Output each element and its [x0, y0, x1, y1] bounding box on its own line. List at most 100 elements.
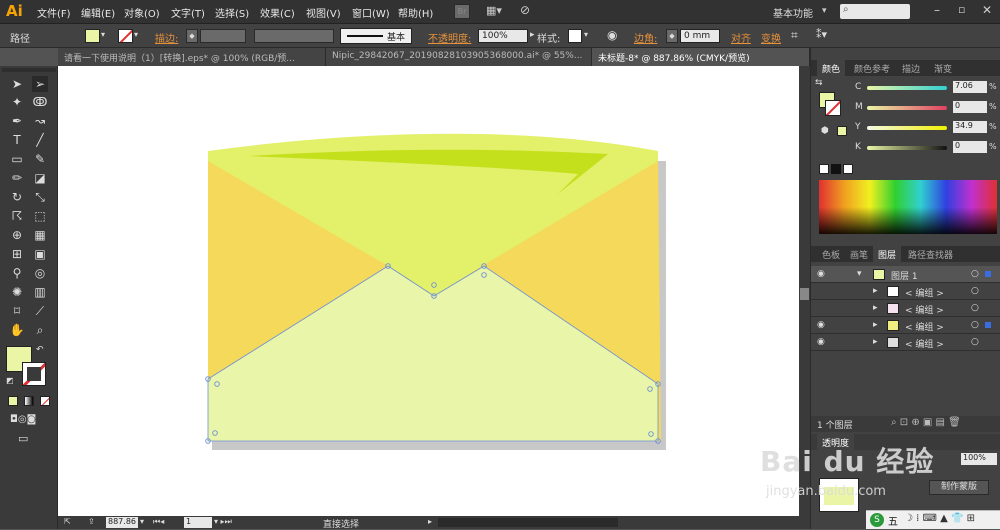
status-arrow-icon[interactable]: ▸ — [428, 517, 432, 526]
stroke-chevron-icon[interactable]: ▾ — [134, 30, 138, 39]
layer-row[interactable]: ◉ ▸ < 编组 > ○ — [811, 317, 1000, 334]
close-icon[interactable]: ✕ — [982, 3, 992, 17]
menu-file[interactable]: 文件(F) — [37, 5, 71, 20]
menu-window[interactable]: 窗口(W) — [352, 5, 390, 20]
shape-builder-tool-icon[interactable]: ⊕ — [9, 227, 25, 243]
tab-document-2[interactable]: Nipic_29842067_20190828103905368000.ai* … — [326, 48, 592, 66]
graphic-style-swatch[interactable] — [568, 29, 582, 43]
toolbar-grip[interactable] — [2, 68, 56, 72]
eraser-tool-icon[interactable]: ◪ — [32, 170, 48, 186]
target-icon[interactable]: ○ — [971, 286, 979, 296]
tab-pathfinder[interactable]: 路径查找器 — [903, 246, 958, 262]
white-swatch[interactable] — [843, 164, 853, 174]
channel-m-field[interactable]: 0 — [953, 101, 987, 113]
hand-tool-icon[interactable]: ✋ — [9, 322, 25, 338]
pen-tool-icon[interactable]: ✒ — [9, 113, 25, 129]
menu-edit[interactable]: 编辑(E) — [81, 5, 115, 20]
rotate-tool-icon[interactable]: ↻ — [9, 189, 25, 205]
opacity-label[interactable]: 不透明度: — [428, 30, 471, 45]
first-page-icon[interactable]: ⏮◂ — [153, 517, 164, 527]
zoom-chevron-icon[interactable]: ▾ — [140, 517, 144, 526]
none-mode-icon[interactable] — [40, 396, 50, 406]
minimize-icon[interactable]: – — [934, 3, 940, 17]
panel-options-icon[interactable]: ⁑▾ — [816, 28, 827, 41]
channel-y-slider[interactable] — [867, 126, 947, 130]
tab-gradient[interactable]: 渐变 — [929, 60, 957, 76]
channel-c-slider[interactable] — [867, 86, 947, 90]
draw-mode-icon[interactable]: ◘◎◙ — [10, 414, 36, 425]
symbol-sprayer-tool-icon[interactable]: ✺ — [9, 284, 25, 300]
none-swatch[interactable] — [819, 164, 829, 174]
artboard[interactable] — [58, 66, 799, 516]
scale-tool-icon[interactable]: ⤡ — [32, 189, 48, 205]
tab-color-guide[interactable]: 颜色参考 — [849, 60, 895, 76]
color-spectrum[interactable] — [819, 180, 997, 234]
sublayer-name[interactable]: < 编组 > — [905, 337, 944, 350]
page-field[interactable]: 1 — [184, 517, 212, 528]
menu-type[interactable]: 文字(T) — [171, 5, 205, 20]
perspective-grid-tool-icon[interactable]: ▦ — [32, 227, 48, 243]
share-icon[interactable]: ⇪ — [88, 517, 95, 526]
lasso-tool-icon[interactable]: ↂ — [32, 94, 48, 110]
visibility-eye-icon[interactable]: ◉ — [817, 320, 825, 330]
black-swatch[interactable] — [831, 164, 841, 174]
gpu-icon[interactable]: ⊘ — [520, 3, 538, 19]
target-icon[interactable]: ○ — [971, 337, 979, 347]
tab-stroke[interactable]: 描边 — [897, 60, 925, 76]
stroke-weight-field[interactable] — [200, 29, 246, 43]
last-color-swatch[interactable] — [837, 126, 847, 136]
transform-link[interactable]: 变换 — [761, 30, 781, 45]
search-input[interactable]: ⌕ — [840, 4, 910, 19]
ime-mode[interactable]: 五 — [888, 513, 898, 528]
recolor-icon[interactable]: ◉ — [607, 28, 617, 42]
sublayer-name[interactable]: < 编组 > — [905, 303, 944, 316]
column-graph-tool-icon[interactable]: ▥ — [32, 284, 48, 300]
layer-row-main[interactable]: ◉ ▾ 图层 1 ○ — [811, 266, 1000, 283]
corner-label[interactable]: 边角: — [634, 30, 657, 45]
menu-help[interactable]: 帮助(H) — [398, 5, 433, 20]
workspace-chevron-icon[interactable]: ▾ — [822, 6, 827, 16]
fill-swatch[interactable] — [85, 29, 100, 43]
stroke-swatch[interactable] — [118, 29, 133, 43]
slice-tool-icon[interactable]: ⟋ — [32, 303, 48, 319]
stroke-weight-stepper[interactable]: ◆ — [186, 29, 198, 43]
type-tool-icon[interactable]: T — [9, 132, 25, 148]
stroke-color-icon[interactable] — [22, 362, 46, 386]
layer-row[interactable]: ▸ < 编组 > ○ — [811, 300, 1000, 317]
free-transform-tool-icon[interactable]: ⬚ — [32, 208, 48, 224]
tab-layers[interactable]: 图层 — [873, 246, 902, 262]
layers-footer-icons[interactable]: ⌕ ⊡ ⊕ ▣ ▤ 🗑 — [891, 417, 961, 428]
channel-k-slider[interactable] — [867, 146, 947, 150]
corner-radius-field[interactable]: 0 mm — [680, 29, 720, 43]
target-icon[interactable]: ○ — [971, 303, 979, 313]
maximize-icon[interactable]: ▫ — [958, 3, 965, 16]
sync-icon[interactable]: ⇆ — [815, 78, 823, 88]
ime-tool-icons[interactable]: ☽ ⁞ ⌨ ▲ 👕 ⊞ — [904, 513, 975, 524]
channel-c-field[interactable]: 7.06 — [953, 81, 987, 93]
menu-object[interactable]: 对象(O) — [124, 5, 160, 20]
layer-row[interactable]: ▸ < 编组 > ○ — [811, 283, 1000, 300]
menu-effect[interactable]: 效果(C) — [260, 5, 295, 20]
paintbrush-tool-icon[interactable]: ✎ — [32, 151, 48, 167]
bridge-button[interactable]: Br — [454, 4, 470, 19]
visibility-eye-icon[interactable]: ◉ — [817, 269, 825, 279]
warp-tool-icon[interactable]: ☈ — [9, 208, 25, 224]
expand-arrow-icon[interactable]: ▸ — [873, 320, 878, 330]
expand-arrow-icon[interactable]: ▸ — [873, 286, 878, 296]
horizontal-scrollbar[interactable] — [438, 518, 618, 527]
tab-swatches[interactable]: 色板 — [817, 246, 845, 262]
tab-brushes[interactable]: 画笔 — [845, 246, 873, 262]
corner-stepper[interactable]: ◆ — [666, 29, 678, 43]
align-link[interactable]: 对齐 — [731, 30, 751, 45]
channel-m-slider[interactable] — [867, 106, 947, 110]
transparency-opacity-field[interactable]: 100% — [961, 453, 997, 465]
workspace-switcher[interactable]: 基本功能 — [773, 5, 813, 20]
zoom-tool-icon[interactable]: ⌕ — [32, 322, 48, 338]
arrange-documents-icon[interactable]: ▦▾ — [486, 4, 508, 19]
expand-arrow-icon[interactable]: ▸ — [873, 337, 878, 347]
target-icon[interactable]: ○ — [971, 269, 979, 279]
eyedropper-tool-icon[interactable]: ⚲ — [9, 265, 25, 281]
swap-colors-icon[interactable]: ↶ — [36, 345, 44, 355]
tab-document-3[interactable]: 未标题-8* @ 887.86% (CMYK/预览) — [592, 48, 810, 66]
sublayer-name[interactable]: < 编组 > — [905, 286, 944, 299]
